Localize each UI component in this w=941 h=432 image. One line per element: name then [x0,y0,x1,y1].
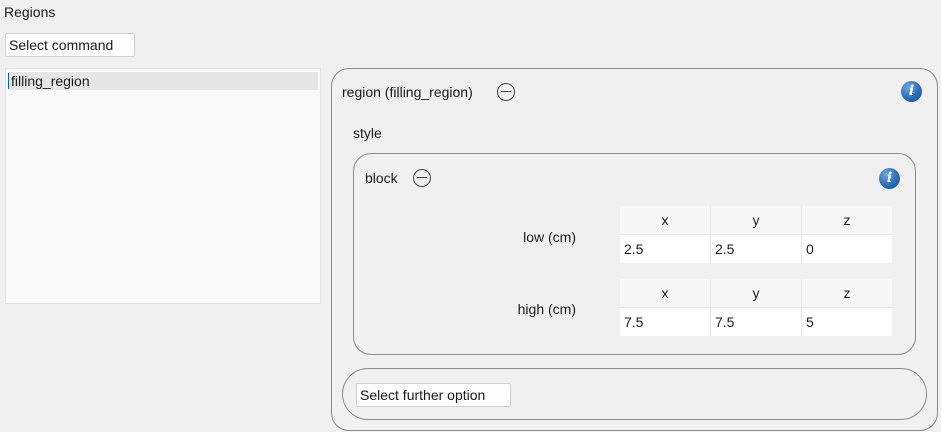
collapse-region-icon[interactable] [497,83,515,101]
low-header-x: x [620,206,710,234]
high-x-input[interactable]: 7.5 [620,308,710,336]
region-info-icon[interactable]: i [901,81,922,102]
page-title: Regions [4,4,56,20]
low-header-z: z [802,206,892,234]
regions-list[interactable]: filling_region [5,68,321,304]
low-header-y: y [711,206,801,234]
list-item[interactable]: filling_region [8,72,318,90]
low-y-input[interactable]: 2.5 [711,235,801,263]
low-z-input[interactable]: 0 [802,235,892,263]
high-header-z: z [802,279,892,307]
high-z-input[interactable]: 5 [802,308,892,336]
high-label: high (cm) [517,301,576,317]
high-header-x: x [620,279,710,307]
select-further-option-dropdown[interactable]: Select further option [356,383,511,407]
low-x-input[interactable]: 2.5 [620,235,710,263]
high-table: x y z 7.5 7.5 5 [620,279,892,336]
region-panel-title: region (filling_region) [342,84,473,100]
low-label: low (cm) [523,229,576,245]
style-label: style [353,125,382,141]
block-info-icon[interactable]: i [879,168,900,189]
high-y-input[interactable]: 7.5 [711,308,801,336]
high-header-y: y [711,279,801,307]
low-table: x y z 2.5 2.5 0 [620,206,892,263]
collapse-block-icon[interactable] [413,169,431,187]
block-title: block [365,170,398,186]
select-command-dropdown[interactable]: Select command [5,33,135,57]
